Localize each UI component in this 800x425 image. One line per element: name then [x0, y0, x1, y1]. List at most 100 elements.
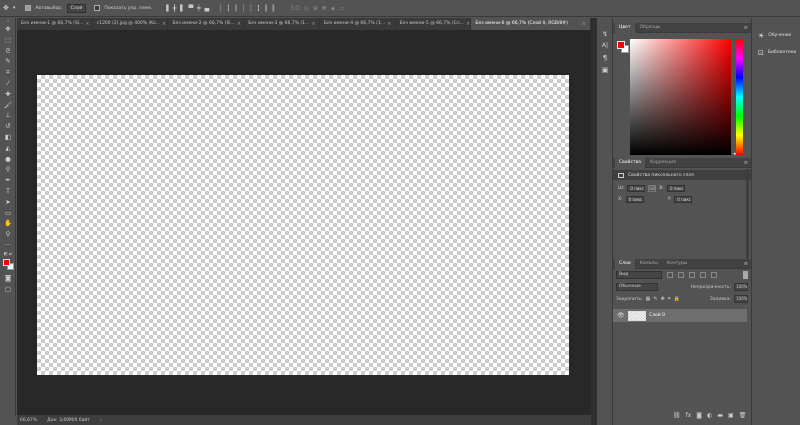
brush-settings-icon[interactable]: ▣ — [597, 64, 613, 76]
delete-layer-icon[interactable]: 🗑 — [739, 412, 747, 419]
eraser-tool-icon[interactable]: ◧ — [0, 132, 16, 143]
lock-transparency-icon[interactable]: ▦ — [646, 296, 651, 302]
hue-slider-marker[interactable]: ◂ — [733, 151, 736, 157]
color-picker-field[interactable] — [630, 39, 731, 155]
eyedropper-tool-icon[interactable]: ⁄ — [0, 78, 16, 89]
brush-tool-icon[interactable]: 🖌 — [0, 100, 16, 111]
move-tool-icon[interactable]: ✥ — [3, 4, 9, 12]
close-icon[interactable]: × — [162, 18, 166, 30]
zoom-tool-icon[interactable]: ⚲ — [0, 229, 16, 240]
pen-tool-icon[interactable]: ✒ — [0, 175, 16, 186]
clone-stamp-tool-icon[interactable]: ⊥ — [0, 110, 16, 121]
quick-select-tool-icon[interactable]: ✎ — [0, 56, 16, 67]
lock-all-icon[interactable]: 🔒 — [674, 296, 680, 302]
layer-filter-dropdown[interactable]: Вид — [616, 271, 662, 279]
autoselect-dropdown[interactable]: Слой — [66, 3, 87, 13]
tab-properties[interactable]: Свойства — [615, 157, 645, 168]
autoselect-checkbox[interactable] — [25, 5, 32, 11]
character-panel-icon[interactable]: A| — [597, 40, 613, 52]
hue-slider[interactable] — [736, 39, 743, 155]
properties-scrollbar[interactable] — [746, 169, 749, 259]
history-brush-tool-icon[interactable]: ↺ — [0, 121, 16, 132]
lock-artboard-icon[interactable]: ⌗ — [668, 296, 671, 302]
paragraph-panel-icon[interactable]: ¶ — [597, 52, 613, 64]
panel-menu-icon[interactable]: ≡ — [744, 160, 748, 166]
type-tool-icon[interactable]: T — [0, 186, 16, 197]
color-swatches[interactable] — [0, 257, 16, 273]
document-tab[interactable]: Без имени-3 @ 66,7% (1... × — [244, 18, 320, 30]
tab-corrections[interactable]: Коррекция — [646, 158, 680, 168]
eye-icon[interactable]: 👁 — [617, 312, 625, 319]
close-icon[interactable]: × — [582, 18, 586, 30]
chevron-right-icon[interactable]: › — [100, 418, 102, 423]
y-input[interactable]: 0 пикс — [674, 196, 693, 203]
healing-brush-tool-icon[interactable]: ✚ — [0, 89, 16, 100]
filter-toggle[interactable] — [743, 271, 748, 279]
zoom-level[interactable]: 66,67% — [20, 418, 37, 423]
quick-mask-icon[interactable]: ◙ — [0, 273, 16, 284]
lock-pixels-icon[interactable]: ✎ — [653, 296, 657, 302]
filter-shape-icon[interactable] — [700, 272, 706, 278]
foreground-color[interactable] — [3, 258, 10, 266]
fill-input[interactable]: 100% — [734, 295, 748, 303]
close-icon[interactable]: × — [85, 18, 89, 30]
history-panel-icon[interactable]: ↯ — [597, 28, 613, 40]
layer-row[interactable]: 👁 Слой 0 — [613, 309, 747, 322]
blend-mode-dropdown[interactable]: Обычные — [616, 283, 658, 291]
path-select-tool-icon[interactable]: ➤ — [0, 197, 16, 208]
tab-channels[interactable]: Каналы — [636, 259, 662, 269]
close-icon[interactable]: × — [387, 18, 391, 30]
new-layer-icon[interactable]: ▣ — [728, 412, 734, 419]
more-tools-icon[interactable]: ··· — [0, 240, 16, 251]
foreground-color[interactable] — [617, 41, 625, 49]
filter-pixel-icon[interactable] — [667, 272, 673, 278]
document-canvas[interactable] — [37, 75, 569, 375]
filter-type-icon[interactable] — [689, 272, 695, 278]
shape-tool-icon[interactable]: ▭ — [0, 208, 16, 219]
lasso-tool-icon[interactable]: ᘓ — [0, 46, 16, 57]
opacity-input[interactable]: 100% — [734, 283, 748, 291]
document-tab[interactable]: Без имени-2 @ 66,7% (Sl... × — [168, 18, 245, 30]
tab-layers[interactable]: Слои — [615, 258, 635, 269]
adjustment-layer-icon[interactable]: ◐ — [707, 412, 712, 419]
panel-color-swatches[interactable] — [617, 41, 629, 53]
marquee-tool-icon[interactable]: ⬚ — [0, 35, 16, 46]
link-layers-icon[interactable]: ⛓ — [673, 412, 681, 419]
lock-position-icon[interactable]: ✥ — [661, 296, 665, 302]
tab-color[interactable]: Цвет — [615, 22, 635, 33]
libraries-panel-button[interactable]: ⊡ Библиотеки — [752, 44, 800, 61]
document-tab[interactable]: Без имени-4 @ 66,7% (1... × — [319, 18, 396, 30]
add-mask-icon[interactable]: ◙ — [696, 412, 702, 419]
width-input[interactable]: 0 пикс — [627, 185, 646, 192]
link-dimensions-button[interactable]: GO — [648, 185, 657, 192]
document-tab-active[interactable]: Без имени-6 @ 66,7% (Слой 0, RGB/8#) × — [471, 18, 591, 30]
align-icons[interactable]: ▐ ╋ ▌ ▀ ╪ ▄ ┆ ┋ ┇ ┊ ╎ ╏ ┃ ║ — [164, 5, 276, 12]
close-icon[interactable]: × — [466, 18, 470, 30]
new-group-icon[interactable]: ▬ — [717, 412, 723, 419]
hand-tool-icon[interactable]: ✋ — [0, 218, 16, 229]
tab-paths[interactable]: Контуры — [663, 259, 692, 269]
filter-adjustment-icon[interactable] — [678, 272, 684, 278]
learn-panel-button[interactable]: ☀ Обучение — [752, 27, 800, 44]
transform-controls-checkbox[interactable] — [94, 5, 101, 11]
tab-swatches[interactable]: Образцы — [636, 23, 665, 33]
layer-name[interactable]: Слой 0 — [649, 313, 665, 318]
document-tab[interactable]: c1200 (2).jpg @ 400% (Ko... × — [92, 18, 169, 30]
panel-menu-icon[interactable]: ≡ — [744, 25, 748, 31]
height-input[interactable]: 0 пикс — [666, 185, 685, 192]
canvas-workspace[interactable] — [17, 30, 591, 415]
chevron-down-icon[interactable]: ▾ — [13, 5, 16, 12]
close-icon[interactable]: × — [311, 18, 315, 30]
screen-mode-icon[interactable]: ▢ — [0, 284, 16, 295]
document-tab[interactable]: Без имени-1 @ 66,7% (Sl... × — [17, 18, 93, 30]
paint-bucket-tool-icon[interactable]: ◭ — [0, 143, 16, 154]
crop-tool-icon[interactable]: ⌗ — [0, 67, 16, 78]
layer-style-icon[interactable]: fx — [686, 412, 692, 419]
panel-menu-icon[interactable]: ≡ — [744, 261, 748, 267]
dodge-tool-icon[interactable]: ⚲ — [0, 164, 16, 175]
close-icon[interactable]: × — [237, 18, 241, 30]
document-tab[interactable]: Без имени-5 @ 66,7% (Cл... × — [395, 18, 472, 30]
3d-mode-icons[interactable]: 3D ◎ ⊕ ✥ ◈ ▭ — [290, 5, 346, 12]
filter-smart-object-icon[interactable] — [711, 272, 717, 278]
move-tool-icon[interactable]: ✥ — [0, 24, 16, 35]
